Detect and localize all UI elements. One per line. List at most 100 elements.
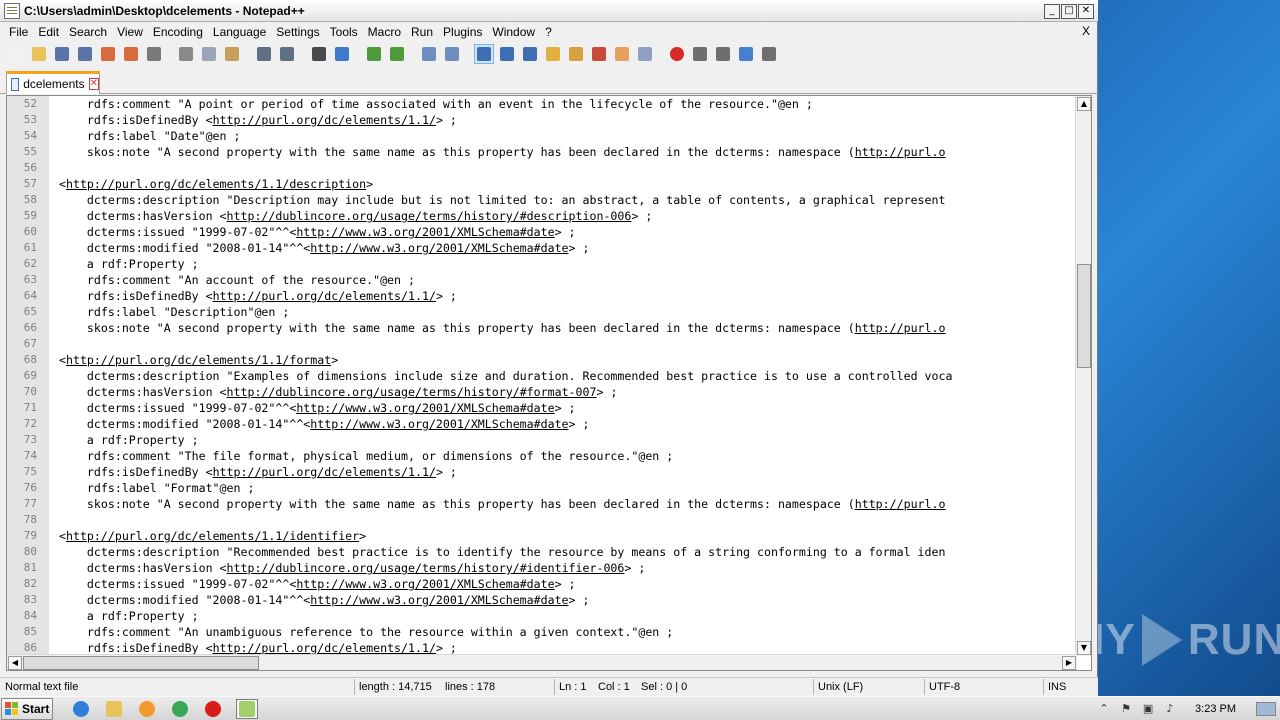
menu-view[interactable]: View xyxy=(112,25,148,39)
udl-icon[interactable] xyxy=(543,44,563,64)
code-line[interactable]: 68 <http://purl.org/dc/elements/1.1/forma… xyxy=(7,352,1077,368)
code-line[interactable]: 78 xyxy=(7,512,1077,528)
print-icon[interactable] xyxy=(144,44,164,64)
volume-icon[interactable]: ♪ xyxy=(1162,702,1178,716)
menu-help[interactable]: ? xyxy=(540,25,557,39)
menu-search[interactable]: Search xyxy=(64,25,112,39)
hyperlink[interactable]: http://purl.org/dc/elements/1.1/descript… xyxy=(66,177,366,191)
horizontal-scrollbar[interactable]: ◀ ▶ xyxy=(7,654,1077,670)
indent-guide-icon[interactable] xyxy=(520,44,540,64)
start-button[interactable]: Start xyxy=(1,698,53,720)
save-all-icon[interactable] xyxy=(75,44,95,64)
code-line[interactable]: 77 skos:note "A second property with the… xyxy=(7,496,1077,512)
menu-macro[interactable]: Macro xyxy=(363,25,406,39)
scroll-up-icon[interactable]: ▲ xyxy=(1077,97,1091,111)
hyperlink[interactable]: http://purl.org/dc/elements/1.1/format xyxy=(66,353,331,367)
code-line[interactable]: 85 rdfs:comment "An unambiguous referenc… xyxy=(7,624,1077,640)
sync-v-icon[interactable] xyxy=(419,44,439,64)
close-button[interactable]: ✕ xyxy=(1078,4,1094,19)
notepadpp-app-icon[interactable] xyxy=(4,2,20,19)
hyperlink[interactable]: http://www.w3.org/2001/XMLSchema#date xyxy=(310,417,568,431)
horizontal-scroll-thumb[interactable] xyxy=(23,656,259,670)
code-line[interactable]: 59 dcterms:hasVersion <http://dublincore… xyxy=(7,208,1077,224)
hyperlink[interactable]: http://www.w3.org/2001/XMLSchema#date xyxy=(296,225,554,239)
code-line[interactable]: 54 rdfs:label "Date"@en ; xyxy=(7,128,1077,144)
hyperlink[interactable]: http://purl.org/dc/elements/1.1/ xyxy=(213,465,436,479)
code-line[interactable]: 58 dcterms:description "Description may … xyxy=(7,192,1077,208)
code-line[interactable]: 67 xyxy=(7,336,1077,352)
editor-pane[interactable]: 52 rdfs:comment "A point or period of ti… xyxy=(6,95,1092,671)
close-all-icon[interactable] xyxy=(121,44,141,64)
code-line[interactable]: 53 rdfs:isDefinedBy <http://purl.org/dc/… xyxy=(7,112,1077,128)
tab-dcelements[interactable]: dcelements ✕ xyxy=(6,71,100,94)
code-line[interactable]: 72 dcterms:modified "2008-01-14"^^<http:… xyxy=(7,416,1077,432)
function-list-icon[interactable] xyxy=(589,44,609,64)
network-icon[interactable]: ▣ xyxy=(1140,702,1156,716)
copy-icon[interactable] xyxy=(199,44,219,64)
all-chars-icon[interactable] xyxy=(497,44,517,64)
code-line[interactable]: 55 skos:note "A second property with the… xyxy=(7,144,1077,160)
ie-icon[interactable] xyxy=(70,699,92,719)
explorer-icon[interactable] xyxy=(103,699,125,719)
status-insert-mode[interactable]: INS xyxy=(1048,681,1066,693)
code-line[interactable]: 64 rdfs:isDefinedBy <http://purl.org/dc/… xyxy=(7,288,1077,304)
menu-edit[interactable]: Edit xyxy=(33,25,64,39)
sync-h-icon[interactable] xyxy=(442,44,462,64)
record-macro-icon[interactable] xyxy=(667,44,687,64)
code-line[interactable]: 71 dcterms:issued "1999-07-02"^^<http://… xyxy=(7,400,1077,416)
code-line[interactable]: 60 dcterms:issued "1999-07-02"^^<http://… xyxy=(7,224,1077,240)
code-line[interactable]: 73 a rdf:Property ; xyxy=(7,432,1077,448)
code-area[interactable]: 52 rdfs:comment "A point or period of ti… xyxy=(7,96,1077,656)
vertical-scrollbar[interactable]: ▲ ▼ xyxy=(1075,96,1091,656)
code-line[interactable]: 63 rdfs:comment "An account of the resou… xyxy=(7,272,1077,288)
minimize-button[interactable]: _ xyxy=(1044,4,1060,19)
menu-encoding[interactable]: Encoding xyxy=(148,25,208,39)
code-line[interactable]: 82 dcterms:issued "1999-07-02"^^<http://… xyxy=(7,576,1077,592)
save-icon[interactable] xyxy=(52,44,72,64)
hyperlink[interactable]: http://purl.org/dc/elements/1.1/ xyxy=(213,289,436,303)
clock[interactable]: 3:23 PM xyxy=(1195,703,1236,715)
tab-close-icon[interactable]: ✕ xyxy=(88,78,99,90)
hyperlink[interactable]: http://dublincore.org/usage/terms/histor… xyxy=(227,385,597,399)
menu-settings[interactable]: Settings xyxy=(271,25,324,39)
menu-tools[interactable]: Tools xyxy=(325,25,363,39)
hyperlink[interactable]: http://dublincore.org/usage/terms/histor… xyxy=(227,209,632,223)
stop-macro-icon[interactable] xyxy=(690,44,710,64)
code-line[interactable]: 70 dcterms:hasVersion <http://dublincore… xyxy=(7,384,1077,400)
show-desktop-icon[interactable] xyxy=(1256,702,1276,716)
menu-window[interactable]: Window xyxy=(487,25,540,39)
folder-workspace-icon[interactable] xyxy=(612,44,632,64)
code-line[interactable]: 81 dcterms:hasVersion <http://dublincore… xyxy=(7,560,1077,576)
save-macro-icon[interactable] xyxy=(759,44,779,64)
hyperlink[interactable]: http://www.w3.org/2001/XMLSchema#date xyxy=(296,401,554,415)
doc-map-icon[interactable] xyxy=(566,44,586,64)
code-line[interactable]: 80 dcterms:description "Recommended best… xyxy=(7,544,1077,560)
zoom-out-icon[interactable] xyxy=(387,44,407,64)
paste-icon[interactable] xyxy=(222,44,242,64)
action-center-flag-icon[interactable]: ⚑ xyxy=(1118,702,1134,716)
close-icon[interactable] xyxy=(98,44,118,64)
open-file-icon[interactable] xyxy=(29,44,49,64)
find-icon[interactable] xyxy=(309,44,329,64)
hyperlink[interactable]: http://purl.org/dc/elements/1.1/ xyxy=(213,641,436,655)
code-line[interactable]: 84 a rdf:Property ; xyxy=(7,608,1077,624)
hyperlink[interactable]: http://dublincore.org/usage/terms/histor… xyxy=(227,561,625,575)
play-macro-icon[interactable] xyxy=(713,44,733,64)
code-line[interactable]: 74 rdfs:comment "The file format, physic… xyxy=(7,448,1077,464)
code-line[interactable]: 65 rdfs:label "Description"@en ; xyxy=(7,304,1077,320)
notepadpp-icon[interactable] xyxy=(236,699,258,719)
status-eol[interactable]: Unix (LF) xyxy=(818,681,863,693)
code-line[interactable]: 61 dcterms:modified "2008-01-14"^^<http:… xyxy=(7,240,1077,256)
opera-icon[interactable] xyxy=(202,699,224,719)
close-document-button[interactable]: X xyxy=(1082,24,1090,38)
status-encoding[interactable]: UTF-8 xyxy=(929,681,960,693)
run-multiple-macro-icon[interactable] xyxy=(736,44,756,64)
hyperlink[interactable]: http://www.w3.org/2001/XMLSchema#date xyxy=(310,593,568,607)
code-line[interactable]: 69 dcterms:description "Examples of dime… xyxy=(7,368,1077,384)
hyperlink[interactable]: http://purl.o xyxy=(855,497,946,511)
hyperlink[interactable]: http://purl.org/dc/elements/1.1/identifi… xyxy=(66,529,359,543)
hyperlink[interactable]: http://purl.o xyxy=(855,145,946,159)
scroll-right-icon[interactable]: ▶ xyxy=(1062,656,1076,670)
hyperlink[interactable]: http://www.w3.org/2001/XMLSchema#date xyxy=(296,577,554,591)
zoom-in-icon[interactable] xyxy=(364,44,384,64)
